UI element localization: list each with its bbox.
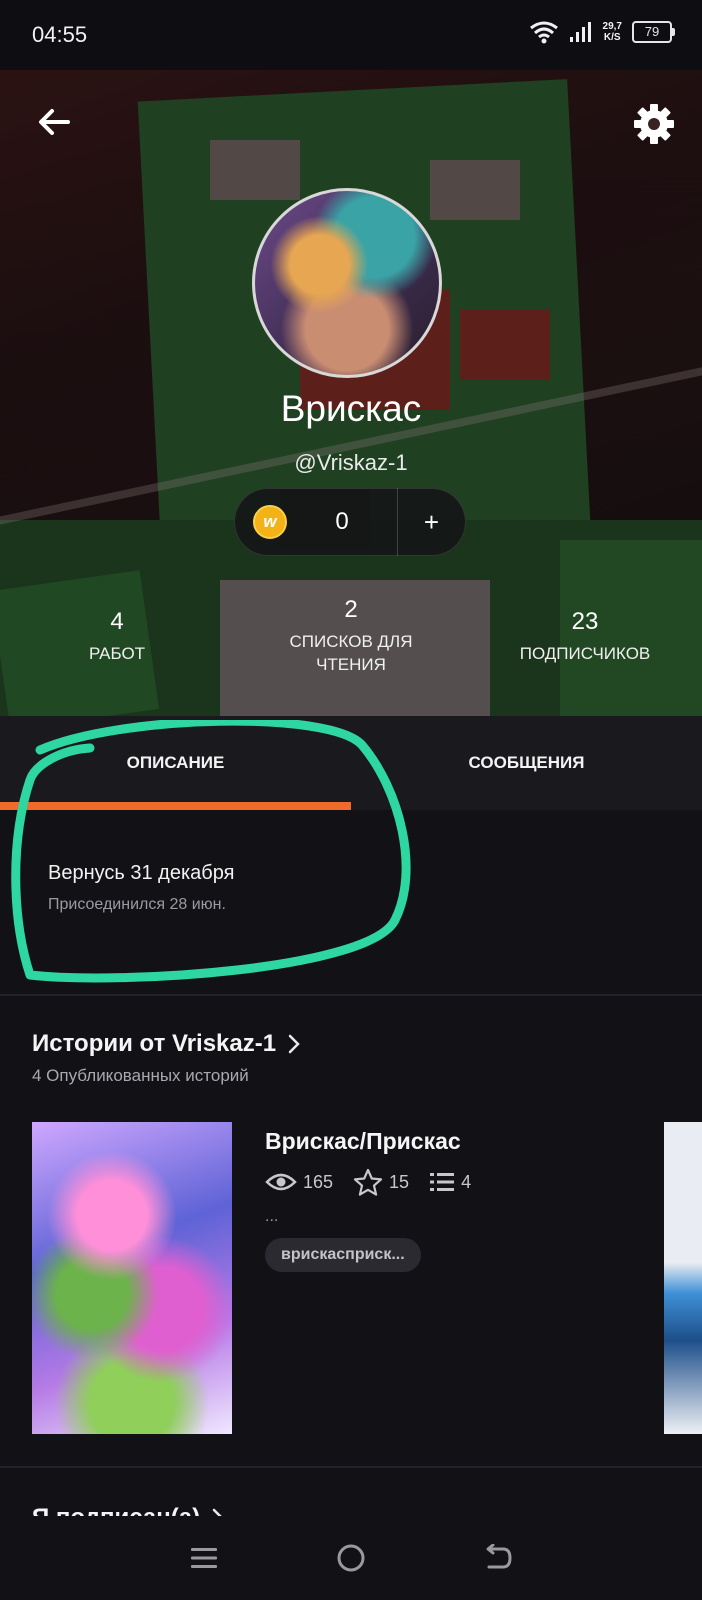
stat-value: 4	[110, 608, 124, 635]
section-divider	[0, 1466, 702, 1468]
stat-value: 23	[571, 608, 599, 635]
star-icon	[353, 1168, 383, 1196]
status-time: 04:55	[32, 22, 88, 47]
gear-icon	[634, 104, 674, 144]
network-speed-value: 29,7	[602, 21, 622, 32]
menu-icon[interactable]	[189, 1545, 219, 1571]
back-button[interactable]	[34, 102, 74, 142]
add-coins-button[interactable]: +	[398, 507, 465, 538]
joined-date: Присоединился 28 июн.	[48, 896, 226, 913]
tab-about[interactable]: ОПИСАНИЕ	[0, 716, 351, 810]
story-cover[interactable]	[32, 1122, 232, 1434]
coin-icon: w	[253, 505, 287, 539]
story-parts: 4	[429, 1171, 471, 1193]
stat-reading-lists[interactable]: 2 СПИСКОВ ДЛЯ ЧТЕНИЯ	[234, 596, 468, 676]
story-tag[interactable]: врискасприск...	[265, 1238, 421, 1272]
stat-works[interactable]: 4 РАБОТ	[0, 596, 234, 676]
about-text: Вернусь 31 декабря	[48, 862, 235, 884]
stat-followers[interactable]: 23 ПОДПИСЧИКОВ	[468, 596, 702, 676]
stories-title: Истории от Vriskaz-1	[32, 1030, 277, 1057]
stat-label: СПИСКОВ ДЛЯ ЧТЕНИЯ	[289, 632, 413, 674]
arrow-left-icon	[39, 109, 70, 135]
parts-count: 4	[461, 1171, 472, 1192]
avatar[interactable]	[252, 188, 442, 378]
status-bar: 04:55 29,7 K/S 79	[0, 0, 702, 70]
network-speed: 29,7 K/S	[603, 21, 622, 43]
story-votes: 15	[353, 1168, 409, 1196]
story-stats: 165 15 4	[265, 1168, 483, 1196]
profile-tabs: ОПИСАНИЕ СООБЩЕНИЯ	[0, 716, 702, 810]
network-speed-unit: K/S	[603, 32, 621, 43]
tab-messages[interactable]: СООБЩЕНИЯ	[351, 716, 702, 810]
story-title[interactable]: Врискас/Прискас	[265, 1128, 461, 1155]
stat-label: РАБОТ	[88, 644, 146, 663]
active-tab-indicator	[0, 802, 351, 810]
story-reads: 165	[265, 1171, 333, 1193]
stories-header[interactable]: Истории от Vriskaz-1	[32, 1030, 302, 1058]
status-icons: 29,7 K/S 79	[529, 20, 675, 44]
chevron-right-icon	[288, 1034, 300, 1054]
story-cover-next[interactable]	[664, 1122, 702, 1434]
list-icon	[430, 1173, 455, 1191]
profile-stats: 4 РАБОТ 2 СПИСКОВ ДЛЯ ЧТЕНИЯ 23 ПОДПИСЧИ…	[0, 596, 702, 676]
coin-count: 0	[335, 508, 349, 535]
system-nav-bar	[0, 1516, 702, 1600]
battery-indicator: 79	[632, 21, 675, 43]
display-name: Врискас	[280, 388, 422, 429]
eye-icon	[265, 1173, 297, 1191]
back-nav-icon[interactable]	[483, 1544, 513, 1572]
coin-balance: w 0 +	[234, 488, 466, 556]
username: @Vriskaz-1	[294, 450, 408, 475]
section-divider	[0, 994, 702, 996]
signal-icon	[569, 22, 591, 42]
wifi-icon	[529, 21, 558, 44]
profile-header: Врискас @Vriskaz-1 w 0 + 4 РАБОТ 2 СПИСК…	[0, 70, 702, 716]
stat-value: 2	[344, 596, 358, 623]
about-section: Вернусь 31 декабря Присоединился 28 июн.	[0, 810, 702, 994]
story-description: ...	[265, 1208, 279, 1225]
votes-count: 15	[389, 1171, 410, 1192]
stories-count: 4 Опубликованных историй	[32, 1066, 249, 1085]
reads-count: 165	[303, 1171, 334, 1192]
home-icon[interactable]	[336, 1543, 366, 1573]
stat-label: ПОДПИСЧИКОВ	[519, 644, 651, 663]
settings-button[interactable]	[632, 102, 676, 146]
